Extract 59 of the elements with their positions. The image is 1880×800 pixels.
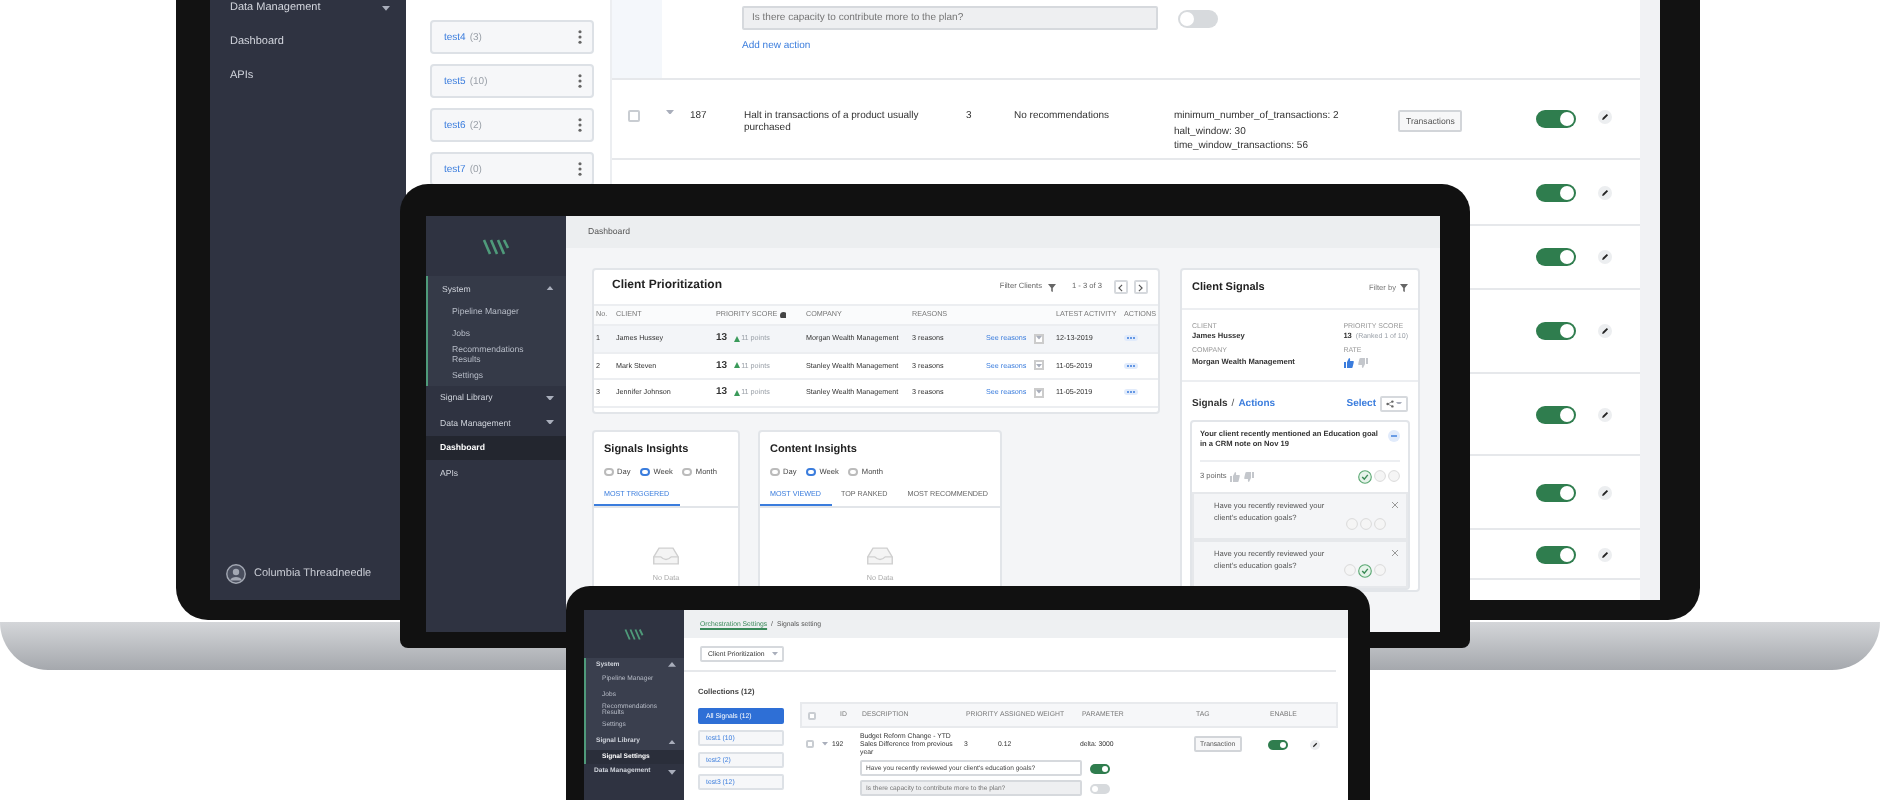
filter-icon xyxy=(1400,284,1408,293)
edit-icon[interactable] xyxy=(1598,407,1612,421)
up-triangle-icon xyxy=(733,335,740,342)
more-icon[interactable] xyxy=(1124,388,1138,397)
caret-icon xyxy=(1396,401,1402,405)
toggle-switch[interactable] xyxy=(1536,483,1576,501)
toggle-switch[interactable] xyxy=(1536,545,1576,563)
caret-icon xyxy=(1036,336,1042,341)
toggle-switch[interactable] xyxy=(1536,110,1576,128)
checkbox[interactable] xyxy=(628,110,640,122)
toggle-switch[interactable] xyxy=(1536,183,1576,201)
avatar-icon xyxy=(226,564,246,584)
filter-icon xyxy=(1048,283,1056,291)
previous-page-button[interactable] xyxy=(1114,280,1128,294)
check-circle-icon[interactable] xyxy=(1358,563,1372,578)
caret-icon xyxy=(1036,390,1042,395)
dropdown-button[interactable] xyxy=(1034,333,1044,344)
toggle-switch[interactable] xyxy=(1536,322,1576,340)
logo-icon xyxy=(624,628,644,641)
caret-icon xyxy=(666,110,674,115)
caret-icon xyxy=(822,742,828,746)
up-triangle-icon xyxy=(733,389,740,396)
chevron-left-icon xyxy=(1118,283,1124,291)
check-circle-icon[interactable] xyxy=(1358,469,1372,484)
edit-icon[interactable] xyxy=(1598,485,1612,499)
thumbs-up-icon[interactable] xyxy=(1343,357,1354,368)
toggle-switch[interactable] xyxy=(1536,405,1576,423)
toggle-switch[interactable] xyxy=(1090,763,1110,773)
caret-icon xyxy=(1036,363,1042,368)
edit-icon[interactable] xyxy=(1598,324,1612,338)
more-icon[interactable] xyxy=(1124,334,1138,343)
edit-icon[interactable] xyxy=(1598,185,1612,199)
collapse-icon[interactable] xyxy=(1388,429,1400,442)
caret-icon xyxy=(772,652,778,656)
edit-icon[interactable] xyxy=(1310,739,1320,749)
edit-icon[interactable] xyxy=(1598,110,1612,124)
edit-icon[interactable] xyxy=(1598,250,1612,264)
inbox-icon xyxy=(652,545,680,566)
chevron-right-icon xyxy=(1138,283,1144,291)
more-icon[interactable] xyxy=(1124,361,1138,370)
checkbox[interactable] xyxy=(806,740,814,748)
dropdown-button[interactable] xyxy=(1034,360,1044,371)
next-page-button[interactable] xyxy=(1134,280,1148,294)
thumbs-up-icon[interactable] xyxy=(1230,471,1241,482)
edit-icon[interactable] xyxy=(1598,547,1612,561)
dropdown-button[interactable] xyxy=(1034,387,1044,398)
close-icon[interactable] xyxy=(1392,501,1398,508)
checkbox[interactable] xyxy=(808,711,816,719)
logo-icon xyxy=(482,238,510,256)
info-icon xyxy=(779,311,787,319)
up-triangle-icon xyxy=(733,362,740,369)
inbox-icon xyxy=(866,545,894,566)
thumbs-down-icon[interactable] xyxy=(1244,471,1255,482)
share-icon xyxy=(1386,399,1394,408)
close-icon[interactable] xyxy=(1392,549,1398,556)
thumbs-down-icon[interactable] xyxy=(1357,357,1368,368)
toggle-switch[interactable] xyxy=(1268,739,1288,749)
share-button[interactable] xyxy=(1380,395,1408,412)
toggle-switch[interactable] xyxy=(1536,248,1576,266)
